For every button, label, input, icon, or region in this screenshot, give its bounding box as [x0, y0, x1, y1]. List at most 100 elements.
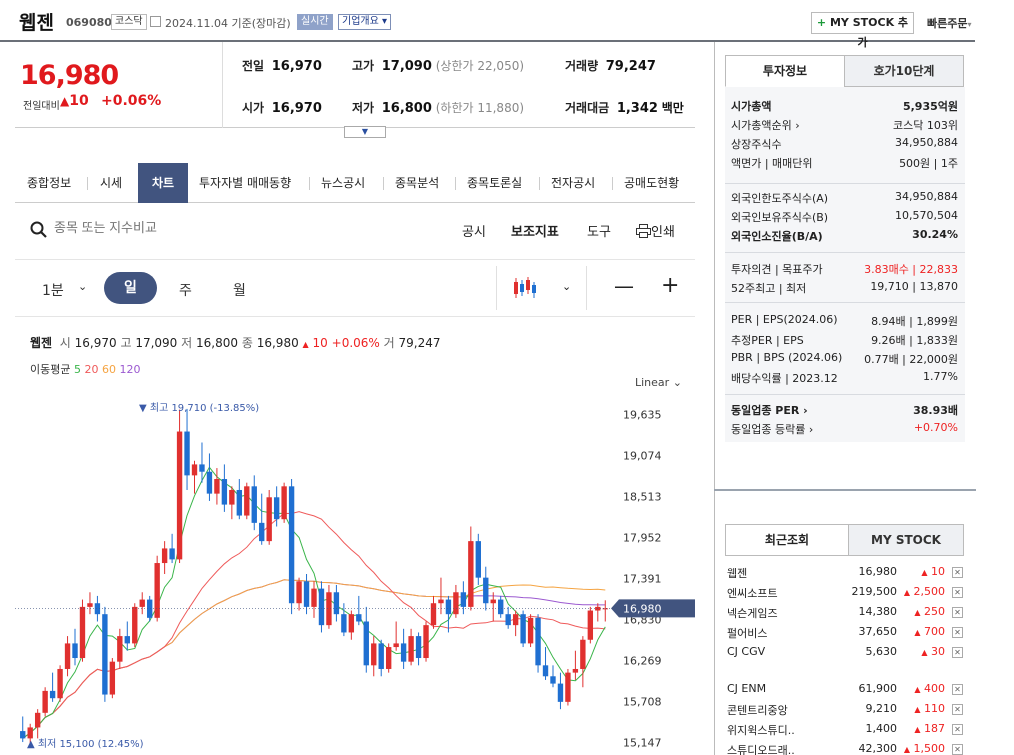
invest-value: 500원 | 1주 — [899, 157, 958, 170]
tab-short-selling[interactable]: 공매도현황 — [624, 163, 679, 203]
candle-body — [318, 588, 325, 626]
base-date: 2024.11.04 기준(장마감) — [165, 17, 291, 30]
price-change: ▲10 — [60, 93, 89, 109]
candle-body — [505, 614, 511, 626]
disclosure-button[interactable]: 공시 — [462, 221, 486, 240]
recent-item-name[interactable]: 스튜디오드래.. — [727, 742, 795, 755]
y-tick-label: 17,952 — [623, 531, 662, 544]
tab-recent[interactable]: 최근조회 — [725, 524, 849, 556]
recent-item-name[interactable]: 위지윅스튜디.. — [727, 722, 795, 738]
invest-value: 8.94배 | 1,899원 — [871, 315, 958, 328]
plus-icon: + — [816, 16, 827, 29]
invest-value: 30.24% — [912, 228, 958, 241]
chevron-down-icon[interactable]: ⌄ — [78, 280, 87, 293]
zoom-in-button[interactable]: + — [661, 273, 679, 298]
recent-item[interactable]: 넥슨게임즈 14,380 ▲ 250 ✕ — [727, 605, 963, 621]
recent-item[interactable]: CJ ENM 61,900 ▲ 400 ✕ — [727, 682, 963, 698]
close-icon[interactable]: ✕ — [952, 684, 963, 695]
recent-item-price: 219,500 — [851, 585, 898, 598]
recent-item-name[interactable]: CJ ENM — [727, 682, 766, 695]
recent-item-name[interactable]: 엔씨소프트 — [727, 585, 778, 601]
scale-select[interactable]: Linear ⌄ — [635, 376, 682, 389]
collapse-button[interactable]: ▼ — [344, 126, 386, 138]
recent-item[interactable]: 웹젠 16,980 ▲ 10 ✕ — [727, 565, 963, 581]
period-minute[interactable]: 1분 — [42, 280, 64, 300]
search-icon[interactable] — [30, 221, 48, 242]
close-icon[interactable]: ✕ — [952, 744, 963, 755]
candle-body — [363, 621, 369, 666]
close-icon[interactable]: ✕ — [952, 587, 963, 598]
recent-item-name[interactable]: 넥슨게임즈 — [727, 605, 778, 621]
period-month[interactable]: 월 — [233, 280, 246, 300]
candle-body — [236, 489, 243, 516]
realtime-badge[interactable]: 실시간 — [297, 14, 333, 30]
recent-item-name[interactable]: CJ CGV — [727, 645, 765, 658]
print-button[interactable]: 인쇄 — [636, 221, 675, 240]
close-icon[interactable]: ✕ — [952, 567, 963, 578]
recent-item-change-value: 110 — [920, 702, 945, 715]
candlestick-icon[interactable] — [512, 276, 538, 303]
indicators-button[interactable]: 보조지표 — [511, 221, 559, 240]
chevron-down-icon: ▾ — [967, 20, 972, 29]
invest-label[interactable]: 시가총액순위 › — [731, 117, 800, 133]
tab-mystock[interactable]: MY STOCK — [848, 524, 964, 556]
recent-item[interactable]: 콘텐트리중앙 9,210 ▲ 110 ✕ — [727, 702, 963, 718]
recent-item[interactable]: 엔씨소프트 219,500 ▲ 2,500 ✕ — [727, 585, 963, 601]
recent-item-price: 1,400 — [865, 722, 898, 735]
recent-item-name[interactable]: 웹젠 — [727, 565, 747, 581]
tab-invest-info[interactable]: 투자정보 — [725, 55, 845, 87]
min-price-label: ▲ 최저 15,100 (12.45%) — [27, 738, 144, 750]
compare-search-input[interactable] — [54, 220, 304, 235]
candle-body — [572, 668, 579, 673]
divider — [539, 177, 540, 190]
quick-order-label: 빠른주문 — [927, 17, 968, 30]
y-tick-label: 17,391 — [623, 572, 662, 585]
recent-item-name[interactable]: 펄어비스 — [727, 625, 767, 641]
invest-row: 52주최고 | 최저 19,710 | 13,870 — [731, 280, 958, 296]
recent-item[interactable]: 펄어비스 37,650 ▲ 700 ✕ — [727, 625, 963, 641]
tools-button[interactable]: 도구 — [587, 221, 611, 240]
ma5-legend[interactable]: 5 — [74, 363, 81, 376]
tab-investor[interactable]: 투자자별 매매동향 — [199, 163, 291, 203]
ohlc-label: 종 — [241, 336, 253, 350]
add-mystock-button[interactable]: + MY STOCK 추가 — [811, 12, 914, 49]
ma60-legend[interactable]: 60 — [102, 363, 116, 376]
chart-stock-name: 웹젠 — [30, 336, 53, 350]
close-icon[interactable]: ✕ — [952, 724, 963, 735]
tab-discussion[interactable]: 종목토론실 — [467, 163, 522, 203]
recent-item[interactable]: 스튜디오드래.. 42,300 ▲ 1,500 ✕ — [727, 742, 963, 755]
recent-item-name[interactable]: 콘텐트리중앙 — [727, 702, 788, 718]
quick-order-button[interactable]: 빠른주문▾ — [927, 15, 972, 31]
candle-body — [94, 603, 101, 615]
close-icon[interactable]: ✕ — [952, 607, 963, 618]
close-icon[interactable]: ✕ — [952, 647, 963, 658]
chevron-down-icon[interactable]: ⌄ — [562, 280, 571, 293]
candle-body — [27, 727, 33, 739]
recent-item[interactable]: 위지윅스튜디.. 1,400 ▲ 187 ✕ — [727, 722, 963, 738]
tab-analysis[interactable]: 종목분석 — [395, 163, 439, 203]
tab-news[interactable]: 뉴스공시 — [321, 163, 365, 203]
close-icon[interactable]: ✕ — [952, 704, 963, 715]
y-tick-label: 16,269 — [623, 654, 662, 667]
tab-price[interactable]: 시세 — [100, 163, 122, 203]
tab-overview[interactable]: 종합정보 — [27, 163, 71, 203]
tab-chart[interactable]: 차트 — [138, 163, 188, 203]
candle-body — [535, 617, 541, 666]
period-week[interactable]: 주 — [179, 280, 192, 300]
candle-body — [453, 592, 459, 615]
recent-item[interactable]: CJ CGV 5,630 ▲ 30 ✕ — [727, 645, 963, 661]
ma20-legend[interactable]: 20 — [84, 363, 98, 376]
close-icon[interactable]: ✕ — [952, 627, 963, 638]
divider — [725, 302, 965, 303]
invest-value: 10,570,504 — [895, 209, 958, 222]
ma120-legend[interactable]: 120 — [119, 363, 140, 376]
tab-orderbook[interactable]: 호가10단계 — [844, 55, 964, 87]
tab-e-disclosure[interactable]: 전자공시 — [551, 163, 595, 203]
invest-label[interactable]: 동일업종 PER › — [731, 402, 808, 418]
invest-label[interactable]: 동일업종 등락률 › — [731, 421, 813, 437]
company-info-button[interactable]: 기업개요 ▾ — [338, 14, 392, 30]
zoom-out-button[interactable]: — — [614, 274, 634, 298]
period-day[interactable]: 일 — [104, 272, 157, 304]
price-chart[interactable]: 19,63519,07418,51317,95217,39116,83016,2… — [15, 395, 695, 755]
ohlc-value: 16,800 — [196, 336, 239, 350]
